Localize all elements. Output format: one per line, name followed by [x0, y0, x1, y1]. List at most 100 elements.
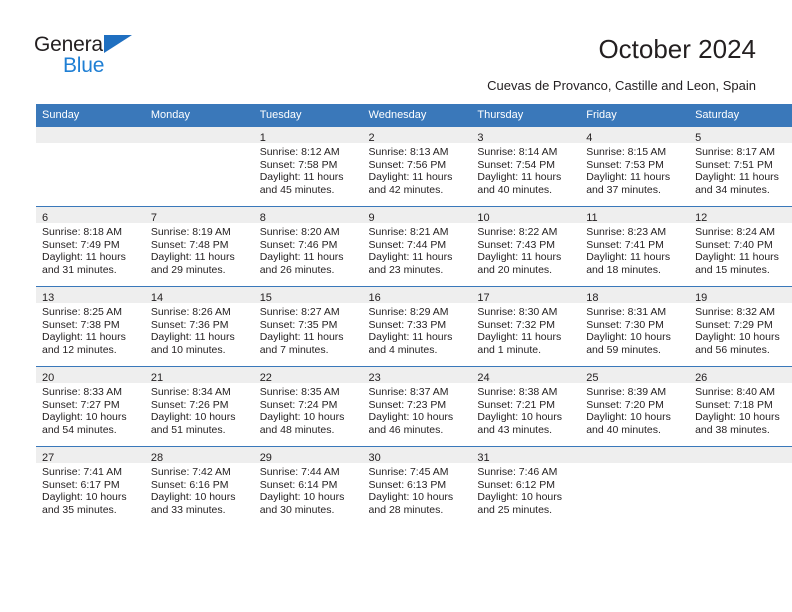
day-info-daylight-line1: Daylight: 11 hours: [368, 331, 453, 344]
day-sun-info: Sunrise: 8:24 AM Sunset: 7:40 PM Daylight:…: [689, 223, 792, 276]
day-info-daylight-line1: Daylight: 11 hours: [368, 251, 453, 264]
day-info-daylight-line2: and 30 minutes.: [259, 503, 335, 516]
day-number: 29: [259, 452, 272, 464]
calendar-day-cell[interactable]: 23 Sunrise: 8:37 AM Sunset: 7:23 PM Dayligh…: [362, 366, 472, 446]
day-number: 16: [368, 292, 381, 304]
day-number: 12: [695, 212, 708, 224]
calendar-day-cell[interactable]: 7 Sunrise: 8:19 AM Sunset: 7:48 PM Daylight…: [144, 206, 254, 286]
day-info-daylight-line2: and 38 minutes.: [695, 423, 770, 436]
calendar-day-cell[interactable]: 21 Sunrise: 8:34 AM Sunset: 7:26 PM Dayligh…: [144, 366, 254, 446]
day-info-sunrise: Sunrise: 7:45 AM: [368, 466, 449, 478]
day-info-daylight-line1: Daylight: 10 hours: [477, 411, 563, 424]
day-info-daylight-line2: and 43 minutes.: [477, 423, 553, 436]
calendar-day-cell[interactable]: 10 Sunrise: 8:22 AM Sunset: 7:43 PM Dayligh…: [471, 206, 581, 286]
day-cell-content: 24 Sunrise: 8:38 AM Sunset: 7:21 PM Dayligh…: [471, 366, 581, 446]
day-info-daylight-line1: Daylight: 11 hours: [695, 251, 779, 264]
calendar-day-cell[interactable]: 13 Sunrise: 8:25 AM Sunset: 7:38 PM Dayligh…: [36, 286, 145, 366]
day-number-band: [36, 127, 145, 143]
day-number: 13: [42, 292, 55, 304]
day-cell-content: 30 Sunrise: 7:45 AM Sunset: 6:13 PM Dayligh…: [362, 446, 472, 526]
day-number-band: [580, 447, 690, 463]
day-info-sunset: Sunset: 7:54 PM: [477, 158, 556, 171]
day-info-sunrise: Sunrise: 8:34 AM: [150, 386, 231, 398]
calendar-day-cell[interactable]: 15 Sunrise: 8:27 AM Sunset: 7:35 PM Dayligh…: [253, 286, 363, 366]
day-info-sunset: Sunset: 7:36 PM: [150, 318, 229, 331]
calendar-day-cell[interactable]: 19 Sunrise: 8:32 AM Sunset: 7:29 PM Dayligh…: [689, 286, 792, 366]
calendar-day-cell[interactable]: 30 Sunrise: 7:45 AM Sunset: 6:13 PM Dayligh…: [362, 446, 472, 526]
day-cell-content: 27 Sunrise: 7:41 AM Sunset: 6:17 PM Dayligh…: [36, 446, 145, 526]
day-info-daylight-line1: Daylight: 11 hours: [477, 171, 562, 184]
calendar-day-cell[interactable]: 24 Sunrise: 8:38 AM Sunset: 7:21 PM Dayligh…: [471, 366, 581, 446]
day-info-sunset: Sunset: 7:41 PM: [586, 238, 664, 251]
day-number-band: 10: [471, 207, 581, 224]
day-sun-info: Sunrise: 8:31 AM Sunset: 7:30 PM Daylight:…: [580, 303, 689, 356]
calendar-day-cell[interactable]: 1 Sunrise: 8:12 AM Sunset: 7:58 PM Daylight…: [253, 126, 363, 206]
day-number: 19: [695, 292, 708, 304]
calendar-day-cell[interactable]: 29 Sunrise: 7:44 AM Sunset: 6:14 PM Dayligh…: [253, 446, 363, 526]
day-number: 15: [259, 292, 272, 304]
calendar-day-cell[interactable]: 8 Sunrise: 8:20 AM Sunset: 7:46 PM Daylight…: [253, 206, 363, 286]
day-number-band: 25: [580, 367, 690, 384]
calendar-day-cell[interactable]: 27 Sunrise: 7:41 AM Sunset: 6:17 PM Dayligh…: [36, 446, 145, 526]
calendar-day-cell[interactable]: 4 Sunrise: 8:15 AM Sunset: 7:53 PM Daylight…: [580, 126, 690, 206]
calendar-day-cell[interactable]: [36, 126, 145, 206]
day-info-daylight-line2: and 46 minutes.: [368, 423, 444, 436]
day-number: 24: [477, 372, 490, 384]
day-cell-content: 3 Sunrise: 8:14 AM Sunset: 7:54 PM Daylight…: [471, 126, 581, 206]
calendar-day-cell[interactable]: 17 Sunrise: 8:30 AM Sunset: 7:32 PM Dayligh…: [471, 286, 581, 366]
day-info-daylight-line2: and 29 minutes.: [150, 263, 226, 276]
day-cell-content: 13 Sunrise: 8:25 AM Sunset: 7:38 PM Dayligh…: [36, 286, 145, 366]
day-cell-content: 5 Sunrise: 8:17 AM Sunset: 7:51 PM Daylight…: [689, 126, 792, 206]
day-sun-info: Sunrise: 8:35 AM Sunset: 7:24 PM Daylight:…: [254, 383, 363, 436]
calendar-day-cell[interactable]: 26 Sunrise: 8:40 AM Sunset: 7:18 PM Dayligh…: [689, 366, 792, 446]
calendar-body: 1 Sunrise: 8:12 AM Sunset: 7:58 PM Daylight…: [36, 126, 792, 526]
calendar-day-cell[interactable]: 28 Sunrise: 7:42 AM Sunset: 6:16 PM Dayligh…: [144, 446, 254, 526]
calendar-day-cell[interactable]: [580, 446, 690, 526]
day-info-daylight-line2: and 35 minutes.: [42, 503, 117, 516]
day-info-sunset: Sunset: 7:20 PM: [586, 398, 664, 411]
calendar-day-cell[interactable]: 22 Sunrise: 8:35 AM Sunset: 7:24 PM Dayligh…: [253, 366, 363, 446]
day-number: 21: [150, 372, 164, 384]
day-number-band: 6: [36, 207, 145, 224]
day-number: 9: [368, 212, 375, 224]
day-info-daylight-line2: and 20 minutes.: [477, 263, 553, 276]
day-sun-info: [580, 463, 689, 466]
day-number-band: 24: [471, 367, 581, 384]
day-number-band: 1: [253, 127, 363, 144]
calendar-day-cell[interactable]: [144, 126, 254, 206]
calendar-day-cell[interactable]: 2 Sunrise: 8:13 AM Sunset: 7:56 PM Daylight…: [362, 126, 472, 206]
calendar-day-cell[interactable]: 16 Sunrise: 8:29 AM Sunset: 7:33 PM Dayligh…: [362, 286, 472, 366]
day-number-band: 17: [471, 287, 581, 304]
calendar-day-cell[interactable]: 20 Sunrise: 8:33 AM Sunset: 7:27 PM Dayligh…: [36, 366, 145, 446]
day-number: 30: [368, 452, 381, 464]
day-sun-info: Sunrise: 8:13 AM Sunset: 7:56 PM Daylight:…: [363, 143, 472, 196]
day-sun-info: Sunrise: 8:27 AM Sunset: 7:35 PM Daylight:…: [254, 303, 363, 356]
calendar-day-cell[interactable]: 18 Sunrise: 8:31 AM Sunset: 7:30 PM Dayligh…: [580, 286, 690, 366]
day-info-daylight-line1: Daylight: 10 hours: [259, 411, 345, 424]
day-cell-content: 15 Sunrise: 8:27 AM Sunset: 7:35 PM Dayligh…: [253, 286, 363, 366]
calendar-day-cell[interactable]: 14 Sunrise: 8:26 AM Sunset: 7:36 PM Dayligh…: [144, 286, 254, 366]
day-number-band: 15: [253, 287, 363, 304]
day-sun-info: [36, 143, 145, 146]
day-sun-info: Sunrise: 7:45 AM Sunset: 6:13 PM Daylight:…: [363, 463, 472, 516]
calendar-day-cell[interactable]: 9 Sunrise: 8:21 AM Sunset: 7:44 PM Daylight…: [362, 206, 472, 286]
calendar-day-cell[interactable]: 6 Sunrise: 8:18 AM Sunset: 7:49 PM Daylight…: [36, 206, 145, 286]
weekday-header-friday: Friday: [580, 104, 690, 126]
calendar-day-cell[interactable]: 11 Sunrise: 8:23 AM Sunset: 7:41 PM Dayligh…: [580, 206, 690, 286]
calendar-day-cell[interactable]: 3 Sunrise: 8:14 AM Sunset: 7:54 PM Daylight…: [471, 126, 581, 206]
calendar-day-cell[interactable]: 25 Sunrise: 8:39 AM Sunset: 7:20 PM Dayligh…: [580, 366, 690, 446]
calendar-day-cell[interactable]: 12 Sunrise: 8:24 AM Sunset: 7:40 PM Dayligh…: [689, 206, 792, 286]
logo-text-blue: Blue: [63, 54, 105, 77]
day-info-sunset: Sunset: 7:38 PM: [42, 318, 120, 331]
day-cell-content: 29 Sunrise: 7:44 AM Sunset: 6:14 PM Dayligh…: [253, 446, 363, 526]
day-info-daylight-line1: Daylight: 11 hours: [695, 171, 779, 184]
day-sun-info: [689, 463, 792, 466]
day-number-band: 26: [689, 367, 792, 384]
day-info-sunset: Sunset: 7:58 PM: [259, 158, 338, 171]
calendar-day-cell[interactable]: 31 Sunrise: 7:46 AM Sunset: 6:12 PM Dayligh…: [471, 446, 581, 526]
calendar-day-cell[interactable]: [689, 446, 792, 526]
day-sun-info: Sunrise: 7:46 AM Sunset: 6:12 PM Daylight:…: [471, 463, 580, 516]
day-cell-content: 2 Sunrise: 8:13 AM Sunset: 7:56 PM Daylight…: [362, 126, 472, 206]
calendar-day-cell[interactable]: 5 Sunrise: 8:17 AM Sunset: 7:51 PM Daylight…: [689, 126, 792, 206]
day-number-band: 13: [36, 287, 145, 304]
